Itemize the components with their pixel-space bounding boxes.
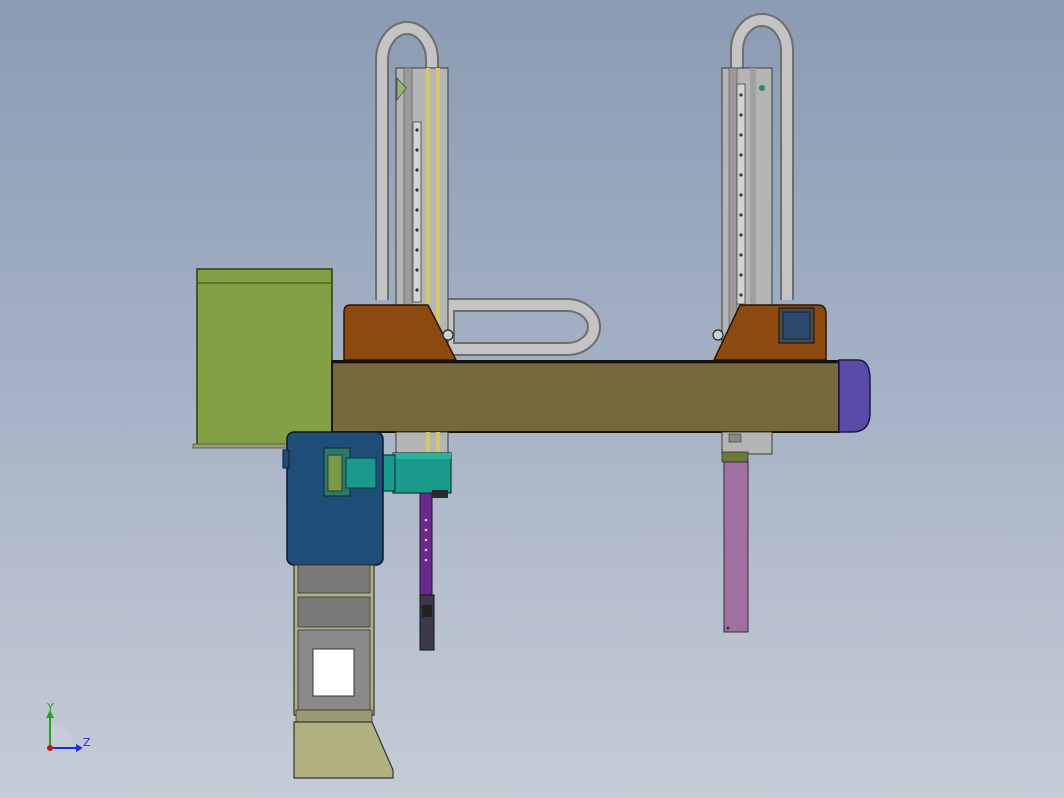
right-tool-rod[interactable] [721, 451, 749, 633]
gantry-robot-model[interactable]: Y Z [0, 0, 1064, 798]
left-axis-lower [395, 431, 449, 455]
base-plate [293, 721, 394, 779]
beam-end-cap[interactable] [838, 359, 871, 433]
coordinate-triad: Y Z [46, 701, 91, 752]
motor-housing[interactable] [192, 268, 333, 449]
left-tool-rod[interactable] [419, 489, 435, 651]
y-axis-label: Y [46, 701, 54, 714]
cad-viewport[interactable]: Y Z [0, 0, 1064, 798]
origin-dot [47, 745, 53, 751]
gearbox[interactable] [282, 431, 384, 566]
gripper[interactable] [419, 594, 435, 651]
base-stand[interactable] [293, 564, 394, 779]
control-panel-screen[interactable] [782, 311, 811, 340]
main-horizontal-beam[interactable] [331, 360, 840, 433]
horizontal-cable-chain [441, 298, 601, 356]
right-axis-lower [721, 431, 773, 455]
z-axis-label: Z [83, 736, 91, 749]
